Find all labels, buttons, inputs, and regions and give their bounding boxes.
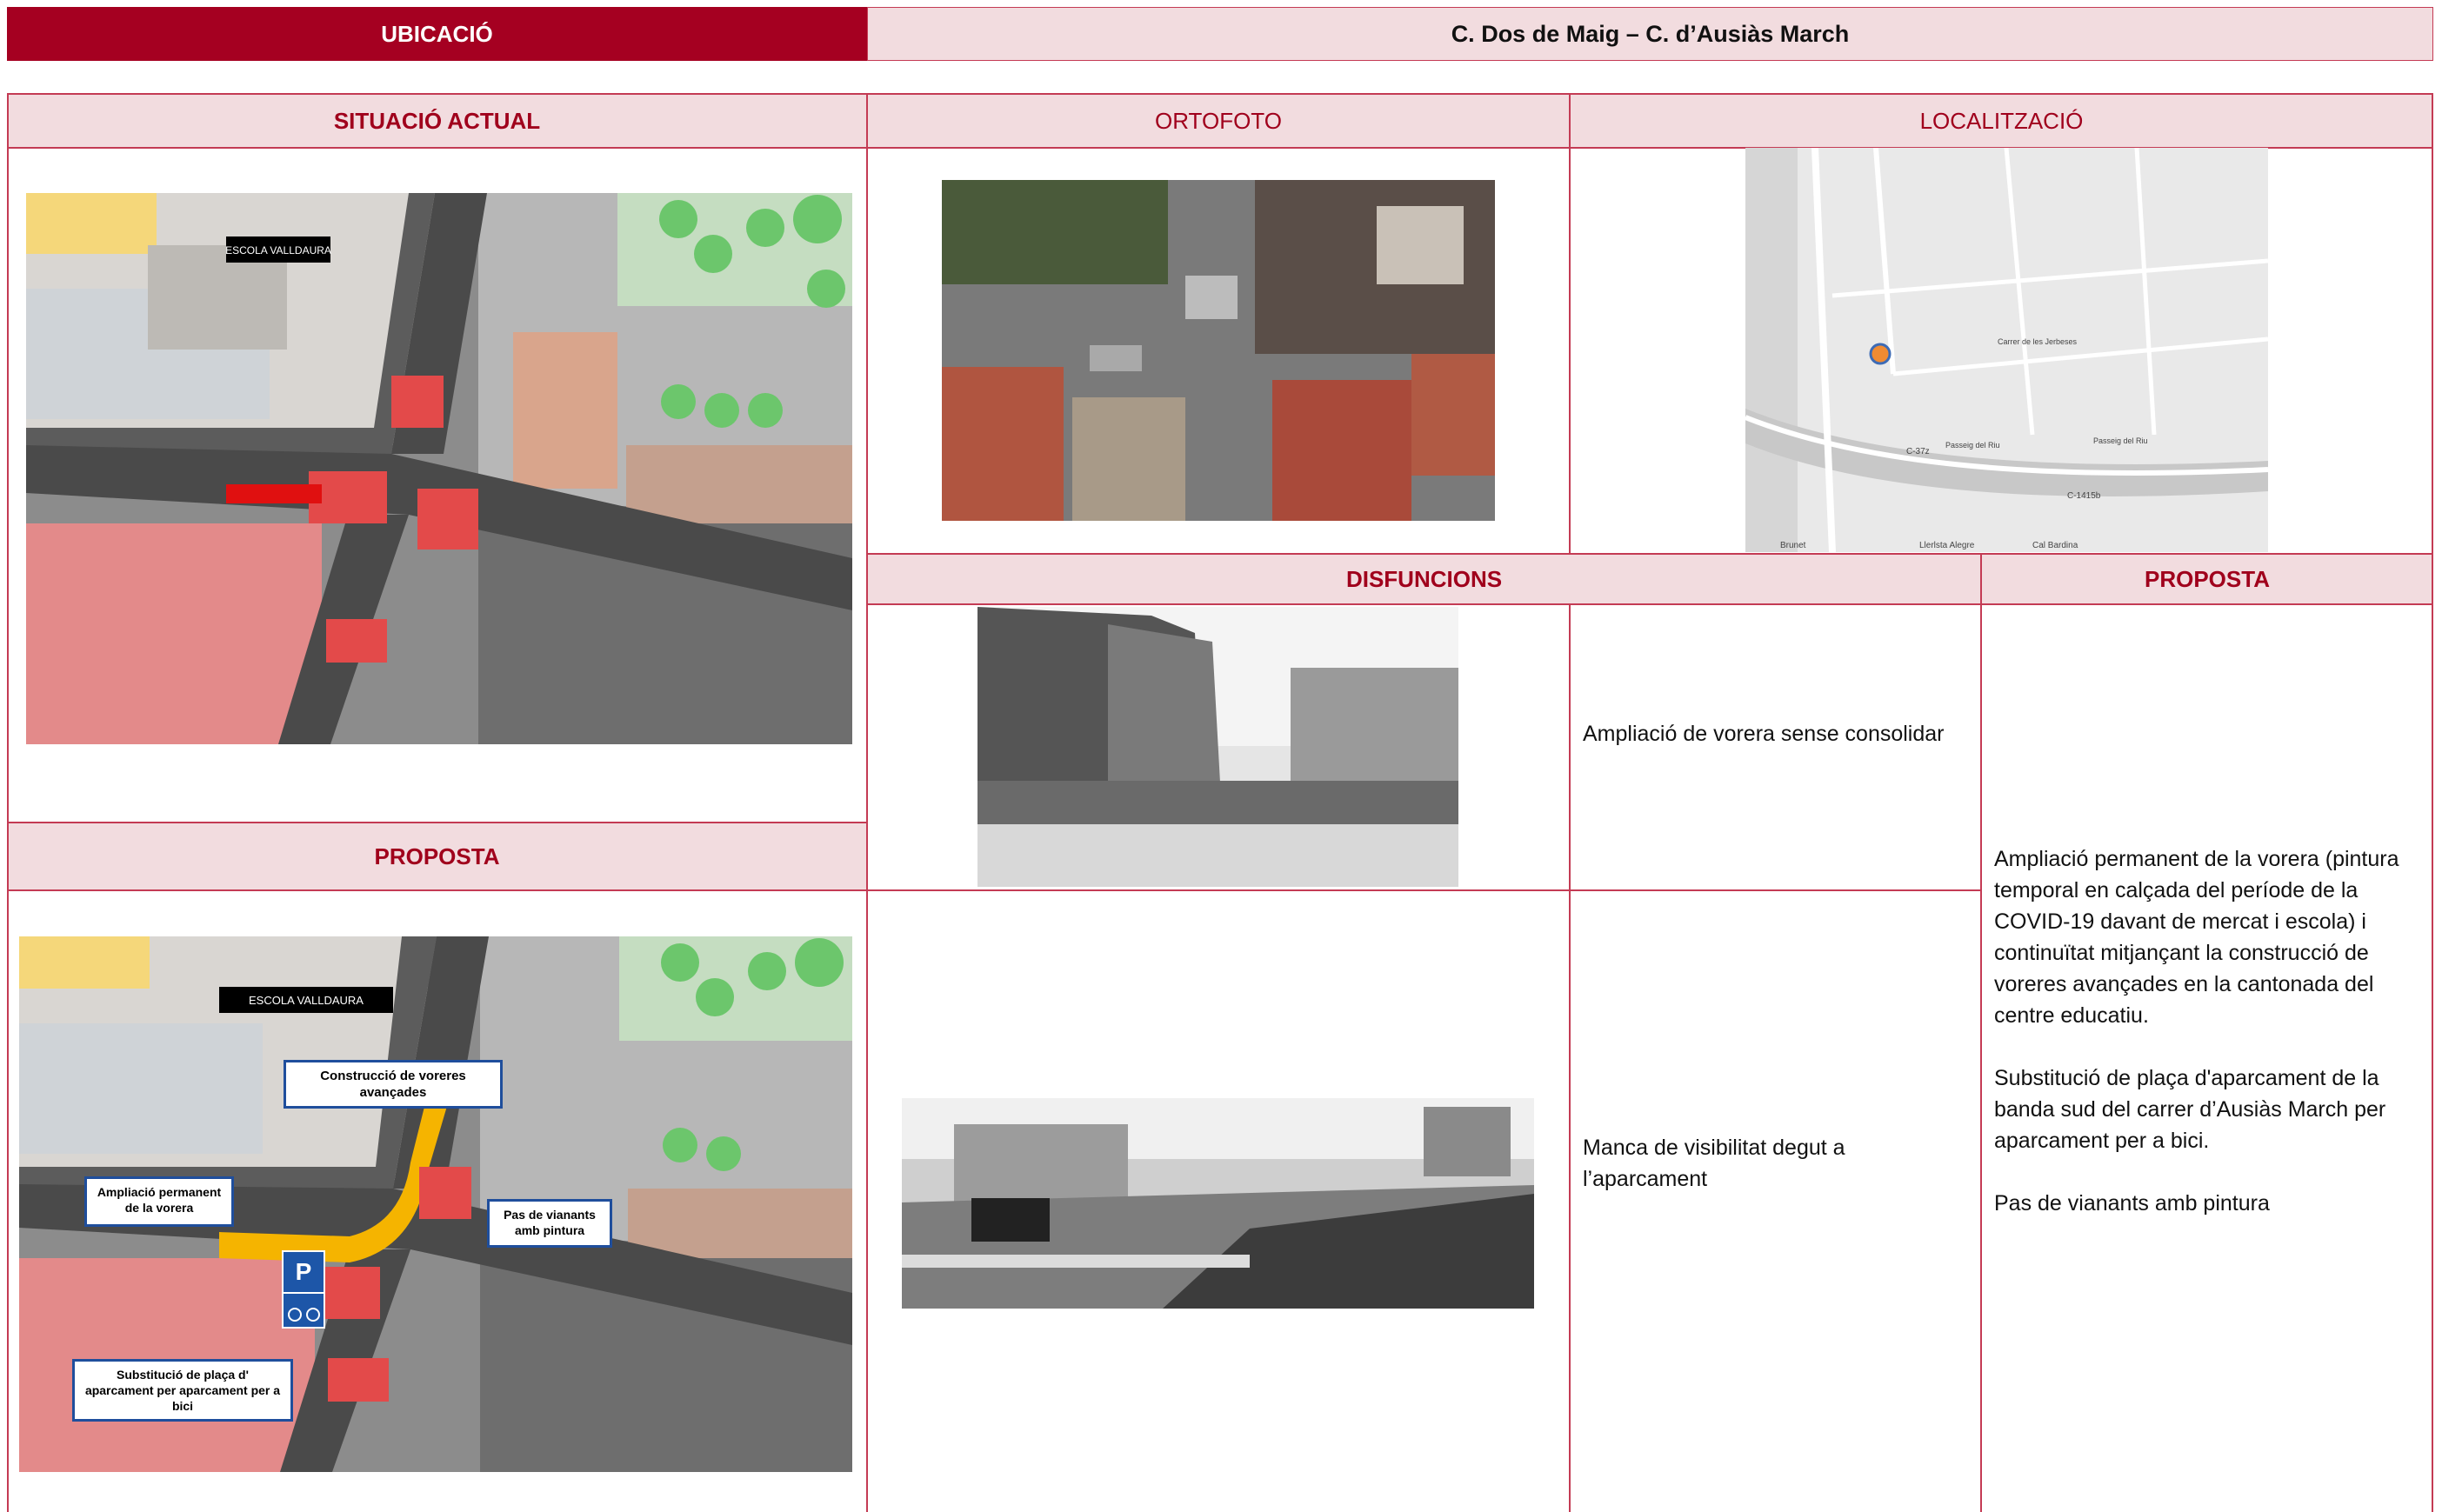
- callout-pas-vianants: Pas de vianants amb pintura: [487, 1199, 612, 1248]
- location-label: UBICACIÓ: [7, 7, 867, 61]
- rule: [7, 889, 1981, 891]
- disfunction-text-2: Manca de visibilitat degut a l’aparcamen…: [1583, 1132, 1931, 1195]
- disfunction-text-1: Ampliació de vorera sense consolidar: [1583, 718, 1974, 749]
- rule: [867, 603, 2433, 605]
- callout-ampliacio-text: Ampliació permanent de la vorera: [97, 1185, 222, 1215]
- map-label: C-37z: [1906, 447, 1930, 456]
- header-situacio-actual-text: SITUACIÓ ACTUAL: [333, 107, 541, 134]
- disfunction-photo-2: [902, 1098, 1534, 1309]
- map-label: Carrer de les Jerbeses: [1998, 337, 2078, 346]
- current-situation-plan: ESCOLA VALLDAURA: [26, 193, 852, 744]
- school-label: ESCOLA VALLDAURA: [225, 244, 331, 256]
- map-label: Passeig del Riu: [1945, 441, 2000, 450]
- location-map: Carrer de les Jerbeses Passeig del Riu C…: [1745, 148, 2268, 552]
- school-label: ESCOLA VALLDAURA: [249, 994, 364, 1007]
- header-proposta-left: PROPOSTA: [7, 823, 867, 890]
- header-ortofoto-text: ORTOFOTO: [1155, 107, 1282, 134]
- header-disfuncions: DISFUNCIONS: [867, 554, 1981, 604]
- disfunction-photo-1: [977, 607, 1458, 887]
- map-label: Llerlsta Alegre: [1919, 541, 1975, 550]
- header-situacio-actual: SITUACIÓ ACTUAL: [7, 94, 867, 148]
- proposal-paragraph-3: Pas de vianants amb pintura: [1994, 1191, 2270, 1216]
- header-localitzacio: LOCALITZACIÓ: [1570, 94, 2433, 148]
- callout-construccio-text: Construcció de voreres avançades: [320, 1069, 466, 1100]
- map-label: C-1415b: [2067, 491, 2101, 501]
- street-title-text: C. Dos de Maig – C. d’Ausiàs March: [1451, 20, 1850, 47]
- map-label: Passeig del Riu: [2093, 436, 2148, 445]
- parking-sign: P: [296, 1258, 312, 1285]
- rule: [867, 553, 2433, 555]
- disfunction-text-1-value: Ampliació de vorera sense consolidar: [1583, 722, 1945, 746]
- callout-substitucio: Substitució de plaça d' aparcament per a…: [72, 1359, 293, 1422]
- proposal-text: Ampliació permanent de la vorera (pintur…: [1994, 843, 2425, 1219]
- rule: [7, 93, 9, 1512]
- header-localitzacio-text: LOCALITZACIÓ: [1919, 107, 2084, 134]
- rule: [1569, 604, 1571, 1512]
- callout-substitucio-text: Substitució de plaça d' aparcament per a…: [84, 1368, 281, 1413]
- location-label-text: UBICACIÓ: [381, 20, 493, 47]
- rule: [7, 822, 867, 823]
- orthophoto-image: [942, 180, 1495, 521]
- callout-construccio: Construcció de voreres avançades: [284, 1060, 503, 1109]
- rule: [2432, 93, 2433, 1512]
- header-ortofoto: ORTOFOTO: [867, 94, 1570, 148]
- map-label: Brunet: [1780, 541, 1806, 550]
- callout-ampliacio: Ampliació permanent de la vorera: [84, 1176, 234, 1227]
- rule: [7, 93, 2433, 95]
- proposal-paragraph-1: Ampliació permanent de la vorera (pintur…: [1994, 847, 2399, 1028]
- header-proposta-left-text: PROPOSTA: [374, 843, 500, 869]
- rule: [1569, 93, 1571, 554]
- street-title: C. Dos de Maig – C. d’Ausiàs March: [867, 7, 2433, 61]
- disfunction-text-2-value: Manca de visibilitat degut a l’aparcamen…: [1583, 1136, 1845, 1191]
- header-proposta-right-text: PROPOSTA: [2145, 565, 2270, 592]
- proposal-paragraph-2: Substitució de plaça d'aparcament de la …: [1994, 1066, 2386, 1153]
- header-disfuncions-text: DISFUNCIONS: [1345, 565, 1503, 592]
- callout-pas-text: Pas de vianants amb pintura: [504, 1208, 596, 1237]
- rule: [866, 93, 868, 1512]
- header-proposta-right: PROPOSTA: [1981, 554, 2433, 604]
- rule: [1980, 554, 1982, 1512]
- map-label: Cal Bardina: [2032, 541, 2078, 550]
- location-pin-icon: [1869, 343, 1892, 365]
